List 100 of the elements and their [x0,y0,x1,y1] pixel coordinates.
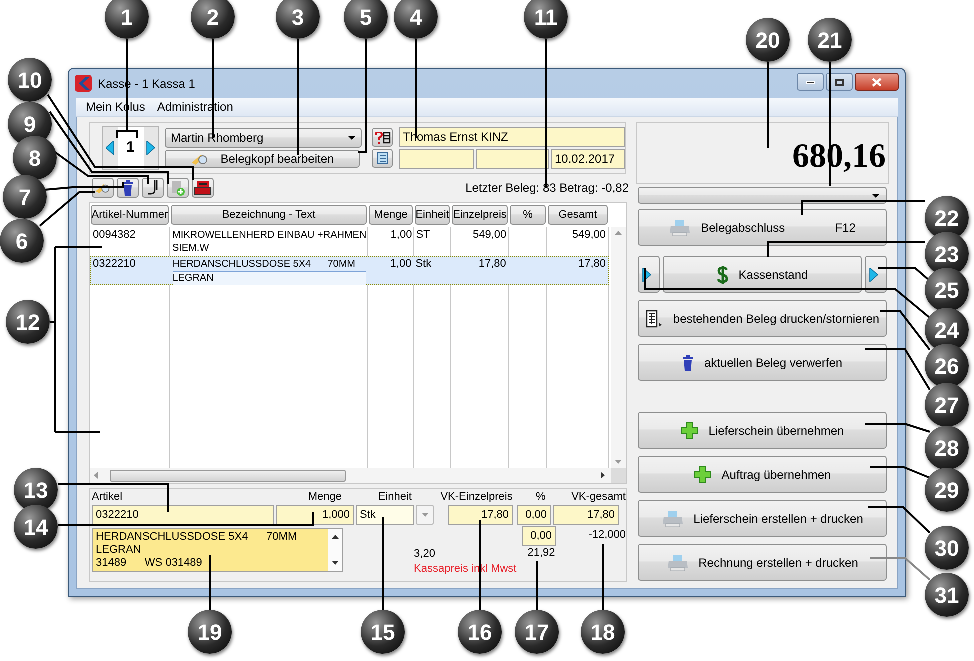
scroll-thumb[interactable] [110,470,346,482]
table-cell: 17,80 [578,258,606,270]
column-header[interactable]: Artikel-Nummer [91,205,169,225]
salesperson-dropdown[interactable]: Martin Rhomberg [165,128,362,148]
total-label: VK-gesamt [570,490,626,504]
dropdown-caret-icon [348,136,356,140]
price-label: VK-Einzelpreis [440,490,514,504]
callout-number: 7 [3,175,47,219]
callout-number: 17 [515,610,559,654]
next-button[interactable] [865,256,887,293]
value-text: -12,000 [588,528,626,543]
notebook-icon [376,152,390,165]
dropdown-caret-icon [422,513,428,517]
fork-icon [147,180,159,196]
table-cell: 17,80 [478,258,506,270]
table-cell: 549,00 [472,229,507,241]
pencil-magnifier-icon [190,153,209,165]
total-field[interactable]: 17,80 [553,505,619,525]
action-button[interactable]: Kassenstand [663,256,862,293]
callout-number: 5 [344,0,388,39]
column-header[interactable]: Gesamt [548,205,608,225]
action-button[interactable]: Auftrag übernehmen [638,456,887,493]
trash-icon [122,180,134,196]
callout-number: 18 [581,610,625,654]
action-button[interactable]: Lieferschein erstellen + drucken [638,500,887,537]
callout-number: 11 [524,0,568,39]
address-field[interactable] [476,149,549,169]
value-text: 3,20 [414,547,436,562]
plus-icon [694,466,712,484]
notes-line: LEGRAN [96,544,142,557]
callout-number: 25 [925,268,969,312]
help-list-button[interactable] [372,128,393,147]
quantity-field[interactable]: 1,000 [276,505,354,525]
notes-line: HERDANSCHLUSSDOSE 5X4 70MM [96,531,298,544]
right-arrow-icon [146,141,155,155]
previous-button[interactable] [638,256,660,293]
scroll-right-icon [601,472,605,479]
scroll-up-icon [615,231,622,235]
dropdown-caret-icon [872,194,880,198]
printer-icon [666,554,689,572]
address-field[interactable] [399,149,474,169]
minimize-button[interactable] [797,73,824,91]
price-field[interactable]: 17,80 [448,505,513,525]
table-cell: HERDANSCHLUSSDOSE 5X4 70MM LEGRAN [172,258,366,285]
table-row[interactable]: 0322210 HERDANSCHLUSSDOSE 5X4 70MM LEGRAN 1,00 Stk 17,80 17,80 [90,256,609,285]
edit-header-button[interactable]: Belegkopf bearbeiten [165,150,360,168]
percent-field[interactable]: 0,00 [517,505,551,525]
close-icon [872,78,882,86]
unit-field[interactable]: Stk [356,505,414,525]
unit-dropdown-button[interactable] [416,505,434,525]
callout-number: 14 [14,505,58,549]
right-arrow-icon [642,268,651,282]
vertical-scrollbar[interactable] [611,227,626,468]
notes-line: 31489 WS 031489 [96,557,204,570]
table-cell: 0322210 [93,258,136,270]
scrollbar-corner [611,468,626,483]
payment-dropdown[interactable] [638,187,887,204]
dollar-icon [716,264,729,284]
callout-number: 6 [0,219,44,263]
toolbar-button[interactable] [142,178,164,198]
column-header[interactable]: Einheit [415,205,450,225]
action-button[interactable]: Lieferschein übernehmen [638,412,887,449]
callout-number: 31 [925,573,969,617]
article-field[interactable]: 0322210 [92,505,274,525]
pencil-magnifier-icon [95,182,111,194]
action-button[interactable]: bestehenden Beleg drucken/stornieren [638,300,887,337]
customer-name-field[interactable]: Thomas Ernst KINZ [399,127,625,147]
table-row[interactable]: 0094382 MIKROWELLENHERD EINBAU +RAHMEN SIEM.W 1,00 ST 549,00 549,00 [90,227,609,256]
column-header[interactable]: Bezeichnung - Text [171,205,367,225]
value-text: 21,92 [526,546,556,561]
scroll-left-icon [94,472,98,479]
notes-field[interactable]: HERDANSCHLUSSDOSE 5X4 70MM LEGRAN 31489 WS 031489 [92,528,344,572]
cash-register-icon [194,180,212,196]
callout-number: 4 [394,0,438,39]
action-button[interactable]: Rechnung erstellen + drucken [638,544,887,581]
callout-number: 2 [191,0,235,39]
action-button[interactable]: aktuellen Beleg verwerfen [638,344,887,381]
maximize-button[interactable] [826,73,853,91]
toolbar-button[interactable] [167,178,189,198]
date-field[interactable]: 10.02.2017 [551,149,625,169]
close-button[interactable] [855,73,899,91]
action-button[interactable]: Belegabschluss F12 [638,209,887,246]
trash-icon [682,354,694,370]
help-list-icon [374,132,390,144]
right-arrow-icon [869,268,878,282]
column-header[interactable]: Einzelpreis [452,205,508,225]
column-header[interactable]: % [510,205,546,225]
address-book-button[interactable] [372,149,393,168]
callout-number: 21 [808,18,852,62]
column-header[interactable]: Menge [369,205,413,225]
callout-number: 8 [13,136,57,180]
scroll-up-icon [332,535,339,539]
leader-line [868,506,931,534]
toolbar-button[interactable] [192,178,214,198]
callout-number: 12 [6,300,50,344]
percent-field[interactable]: 0,00 [522,526,556,546]
document-plus-icon [170,180,186,196]
toolbar-button[interactable] [117,178,139,198]
callout-number: 3 [276,0,320,39]
leader-line [870,466,930,479]
